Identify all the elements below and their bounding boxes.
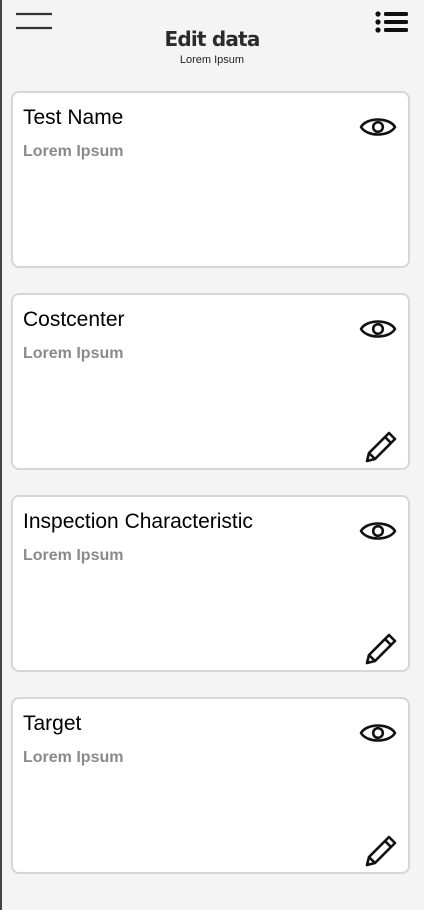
eye-icon — [359, 724, 397, 742]
data-card-costcenter: Costcenter Lorem Ipsum — [11, 293, 410, 470]
edit-button[interactable] — [363, 429, 399, 465]
eye-icon — [359, 320, 397, 338]
left-border — [0, 0, 2, 910]
card-title: Inspection Characteristic — [23, 510, 253, 533]
card-value: Lorem Ipsum — [23, 143, 124, 160]
card-title: Test Name — [23, 106, 124, 129]
eye-icon — [359, 118, 397, 136]
card-value: Lorem Ipsum — [23, 547, 124, 564]
pencil-icon — [365, 431, 397, 463]
card-value: Lorem Ipsum — [23, 749, 124, 766]
page-subtitle: Lorem Ipsum — [179, 54, 245, 66]
list-view-button[interactable] — [374, 10, 410, 36]
data-card-inspection-characteristic: Inspection Characteristic Lorem Ipsum — [11, 495, 410, 672]
view-button[interactable] — [359, 315, 397, 343]
bulleted-list-icon — [375, 11, 408, 33]
eye-icon — [359, 522, 397, 540]
pencil-icon — [365, 835, 397, 867]
card-title: Target — [23, 712, 82, 735]
view-button[interactable] — [359, 719, 397, 747]
app-header: Edit data Lorem Ipsum — [0, 0, 424, 80]
data-card-test-name: Test Name Lorem Ipsum — [11, 91, 410, 268]
pencil-icon — [365, 633, 397, 665]
edit-button[interactable] — [363, 833, 399, 869]
view-button[interactable] — [359, 517, 397, 545]
card-value: Lorem Ipsum — [23, 345, 124, 362]
page-title: Edit data — [164, 27, 260, 51]
data-card-target: Target Lorem Ipsum — [11, 697, 410, 874]
card-title: Costcenter — [23, 308, 125, 331]
edit-button[interactable] — [363, 631, 399, 667]
view-button[interactable] — [359, 113, 397, 141]
